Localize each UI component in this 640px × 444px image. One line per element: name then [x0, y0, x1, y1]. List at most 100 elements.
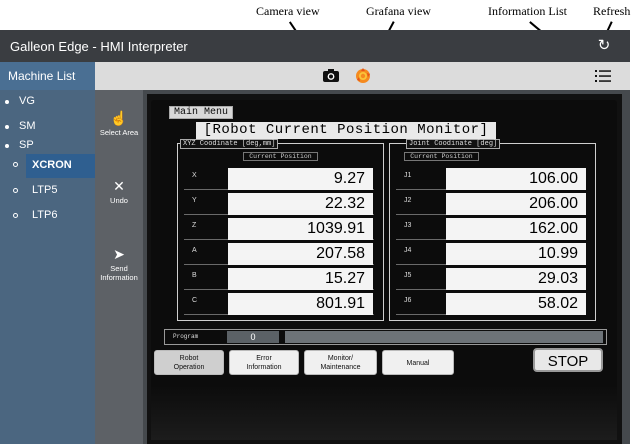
app-window: Galleon Edge - HMI Interpreter ↻ Machine…	[0, 30, 630, 444]
grafana-icon[interactable]	[353, 66, 373, 86]
position-value: 162.00	[446, 218, 586, 240]
error-information-line2: Information	[246, 364, 282, 371]
position-value: 58.02	[446, 293, 586, 315]
tree-item-vg[interactable]: VG	[0, 91, 95, 113]
tree-item-label: XCRON	[32, 159, 72, 171]
position-value: 15.27	[228, 268, 373, 290]
program-label: Program	[173, 333, 199, 340]
position-value: 207.58	[228, 243, 373, 265]
axis-label: Z	[192, 222, 197, 229]
send-icon: ➤	[113, 246, 125, 262]
undo-button[interactable]: ✕ Undo	[95, 178, 143, 205]
position-value: 1039.91	[228, 218, 373, 240]
close-icon: ✕	[113, 178, 125, 194]
manual-label: Manual	[406, 360, 430, 367]
annotation-refresh: Refresh	[593, 4, 631, 18]
axis-label: B	[192, 272, 197, 279]
axis-label: J2	[404, 197, 412, 204]
send-label-line1: Send	[110, 264, 128, 273]
xyz-row: Z 1039.91	[184, 218, 374, 240]
joint-panel-header: Joint Coodinate [deg]	[406, 139, 501, 149]
annotation-grafana-view: Grafana view	[366, 4, 431, 18]
program-bar: Program 0	[164, 329, 607, 345]
tree-item-label: LTP5	[32, 184, 58, 196]
bullet-icon	[5, 100, 9, 104]
monitor-line1: Monitor/	[327, 355, 354, 362]
title-bar: Galleon Edge - HMI Interpreter ↻	[0, 30, 630, 62]
axis-label: J5	[404, 272, 412, 279]
screen-lower-area	[151, 385, 617, 440]
app-title: Galleon Edge - HMI Interpreter	[10, 39, 188, 54]
send-label-line2: Information	[100, 273, 138, 282]
xyz-row: Y 22.32	[184, 193, 374, 215]
tree-item-label: SP	[19, 139, 34, 151]
hmi-screen: Main Menu [Robot Current Position Monito…	[151, 100, 617, 440]
axis-label: A	[192, 247, 197, 254]
toolbar: Machine List	[0, 62, 630, 90]
list-icon[interactable]	[593, 66, 613, 86]
axis-label: J1	[404, 172, 412, 179]
bullet-icon	[13, 188, 18, 193]
axis-label: J3	[404, 222, 412, 229]
monitor-line2: Maintenance	[320, 364, 361, 371]
tree-item-label: VG	[19, 95, 35, 107]
select-area-label: Select Area	[99, 128, 139, 137]
xyz-row: X 9.27	[184, 168, 374, 190]
tree-item-xcron[interactable]: XCRON	[26, 154, 95, 178]
machine-tree: VG SM SP XCRON LTP5 LTP6	[0, 90, 95, 444]
joint-current-position-label: Current Position	[404, 152, 479, 161]
position-value: 9.27	[228, 168, 373, 190]
xyz-row: B 15.27	[184, 268, 374, 290]
robot-operation-button[interactable]: Robot Operation	[154, 350, 224, 375]
main-menu-label: Main Menu	[169, 106, 234, 119]
tree-item-label: SM	[19, 120, 36, 132]
tree-item-ltp5[interactable]: LTP5	[0, 180, 95, 202]
joint-row: J6 58.02	[396, 293, 586, 315]
refresh-icon[interactable]: ↻	[596, 38, 612, 54]
undo-label: Undo	[110, 196, 128, 205]
tree-item-label: LTP6	[32, 209, 58, 221]
xyz-row: C 801.91	[184, 293, 374, 315]
axis-label: C	[192, 297, 198, 304]
xyz-current-position-label: Current Position	[243, 152, 318, 161]
joint-coordinate-panel: Joint Coodinate [deg] Current Position J…	[389, 139, 596, 321]
axis-label: X	[192, 172, 197, 179]
annotation-camera-view: Camera view	[256, 4, 320, 18]
machine-list-tab: Machine List	[0, 62, 95, 90]
tree-item-ltp6[interactable]: LTP6	[0, 205, 95, 227]
bullet-icon	[13, 213, 18, 218]
joint-row: J5 29.03	[396, 268, 586, 290]
axis-label: J4	[404, 247, 412, 254]
error-information-button[interactable]: Error Information	[229, 350, 299, 375]
robot-operation-line2: Operation	[173, 364, 205, 371]
send-information-button[interactable]: ➤ Send Information	[95, 246, 143, 282]
axis-label: J6	[404, 297, 412, 304]
joint-row: J4 10.99	[396, 243, 586, 265]
camera-view-panel[interactable]: Main Menu [Robot Current Position Monito…	[147, 94, 622, 444]
hmi-title: [Robot Current Position Monitor]	[196, 122, 496, 139]
xyz-panel-header: XYZ Coodinate [deg,mm]	[180, 139, 279, 149]
axis-label: Y	[192, 197, 197, 204]
robot-operation-line1: Robot	[179, 355, 199, 362]
position-value: 22.32	[228, 193, 373, 215]
bullet-icon	[5, 125, 9, 129]
position-value: 29.03	[446, 268, 586, 290]
error-information-line1: Error	[256, 355, 272, 362]
xyz-row: A 207.58	[184, 243, 374, 265]
xyz-coordinate-panel: XYZ Coodinate [deg,mm] Current Position …	[177, 139, 384, 321]
camera-icon[interactable]	[321, 66, 341, 86]
bullet-icon	[13, 162, 18, 167]
joint-row: J3 162.00	[396, 218, 586, 240]
annotation-information-list: Information List	[488, 4, 567, 18]
tool-column: ☝ Select Area ✕ Undo ➤ Send Information	[95, 90, 143, 444]
position-value: 801.91	[228, 293, 373, 315]
bullet-icon	[5, 144, 9, 148]
joint-row: J2 206.00	[396, 193, 586, 215]
monitor-maintenance-button[interactable]: Monitor/ Maintenance	[304, 350, 377, 375]
program-value: 0	[227, 331, 279, 343]
position-value: 10.99	[446, 243, 586, 265]
joint-row: J1 106.00	[396, 168, 586, 190]
manual-button[interactable]: Manual	[382, 350, 454, 375]
stop-button[interactable]: STOP	[533, 348, 603, 372]
select-area-button[interactable]: ☝ Select Area	[95, 110, 143, 137]
